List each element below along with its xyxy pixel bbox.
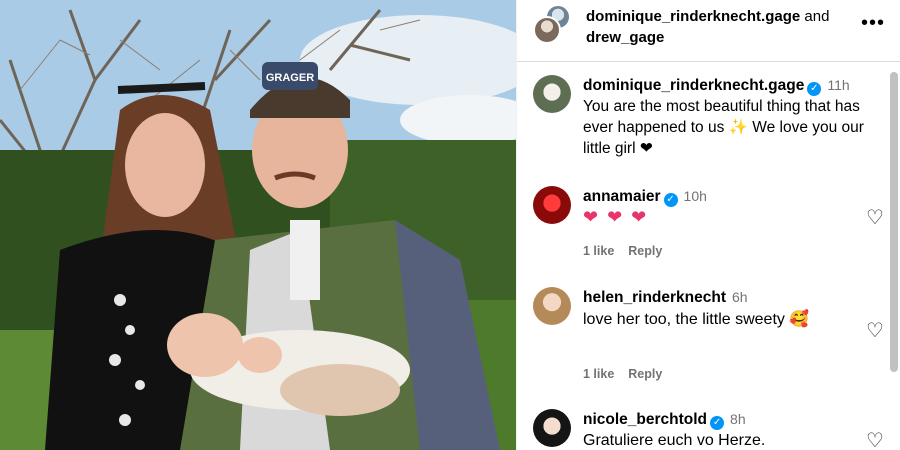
- comment-username[interactable]: nicole_berchtold: [583, 411, 707, 428]
- comments-panel: dominique_rinderknecht.gage and drew_gag…: [516, 0, 900, 450]
- like-count[interactable]: 1 like: [583, 244, 614, 258]
- comment-text: Gratuliere euch vo Herze.: [583, 432, 766, 449]
- heart-outline-icon[interactable]: ♡: [865, 431, 885, 450]
- comment-text: ❤ ❤ ❤: [583, 207, 649, 227]
- comment-text: You are the most beautiful thing that ha…: [583, 98, 864, 157]
- avatar[interactable]: [533, 16, 561, 44]
- heart-outline-icon[interactable]: ♡: [865, 321, 885, 341]
- more-horizontal-icon[interactable]: •••: [861, 13, 884, 33]
- comment-time[interactable]: 11h: [827, 77, 849, 93]
- author-username-2[interactable]: drew_gage: [586, 29, 664, 46]
- family-photo-image: GRAGER: [0, 0, 516, 450]
- cap-logo-text: GRAGER: [266, 72, 314, 84]
- verified-badge-icon: ✓: [663, 193, 678, 207]
- post-authors: dominique_rinderknecht.gage and drew_gag…: [586, 6, 856, 48]
- comment-username[interactable]: annamaier: [583, 188, 661, 205]
- comment-meta: 1 like Reply: [583, 367, 676, 381]
- comment-time[interactable]: 6h: [732, 289, 748, 305]
- verified-badge-icon: ✓: [807, 82, 822, 96]
- comment-meta: 1 like Reply: [583, 244, 676, 258]
- reply-button[interactable]: Reply: [628, 244, 662, 258]
- scrollbar[interactable]: [890, 66, 898, 446]
- comment-username[interactable]: dominique_rinderknecht.gage: [583, 77, 804, 94]
- comments-list[interactable]: dominique_rinderknecht.gage ✓ 11h You are …: [517, 63, 900, 450]
- comment-time[interactable]: 10h: [684, 188, 707, 204]
- heart-outline-icon[interactable]: ♡: [865, 208, 885, 228]
- avatar[interactable]: [533, 287, 571, 325]
- avatar[interactable]: [533, 75, 571, 113]
- reply-button[interactable]: Reply: [628, 367, 662, 381]
- like-count[interactable]: 1 like: [583, 367, 614, 381]
- author-username[interactable]: dominique_rinderknecht.gage: [586, 8, 800, 25]
- comment-username[interactable]: helen_rinderknecht: [583, 289, 726, 306]
- post-header: dominique_rinderknecht.gage and drew_gag…: [517, 0, 900, 62]
- comment-time[interactable]: 8h: [730, 411, 746, 427]
- avatar[interactable]: [533, 409, 571, 447]
- scrollbar-thumb[interactable]: [890, 72, 898, 372]
- authors-joiner: and: [804, 8, 830, 25]
- collab-avatars[interactable]: [533, 4, 577, 46]
- post-photo[interactable]: GRAGER: [0, 0, 516, 450]
- comment-text: love her too, the little sweety 🥰: [583, 311, 810, 328]
- verified-badge-icon: ✓: [710, 416, 725, 430]
- avatar[interactable]: [533, 186, 571, 224]
